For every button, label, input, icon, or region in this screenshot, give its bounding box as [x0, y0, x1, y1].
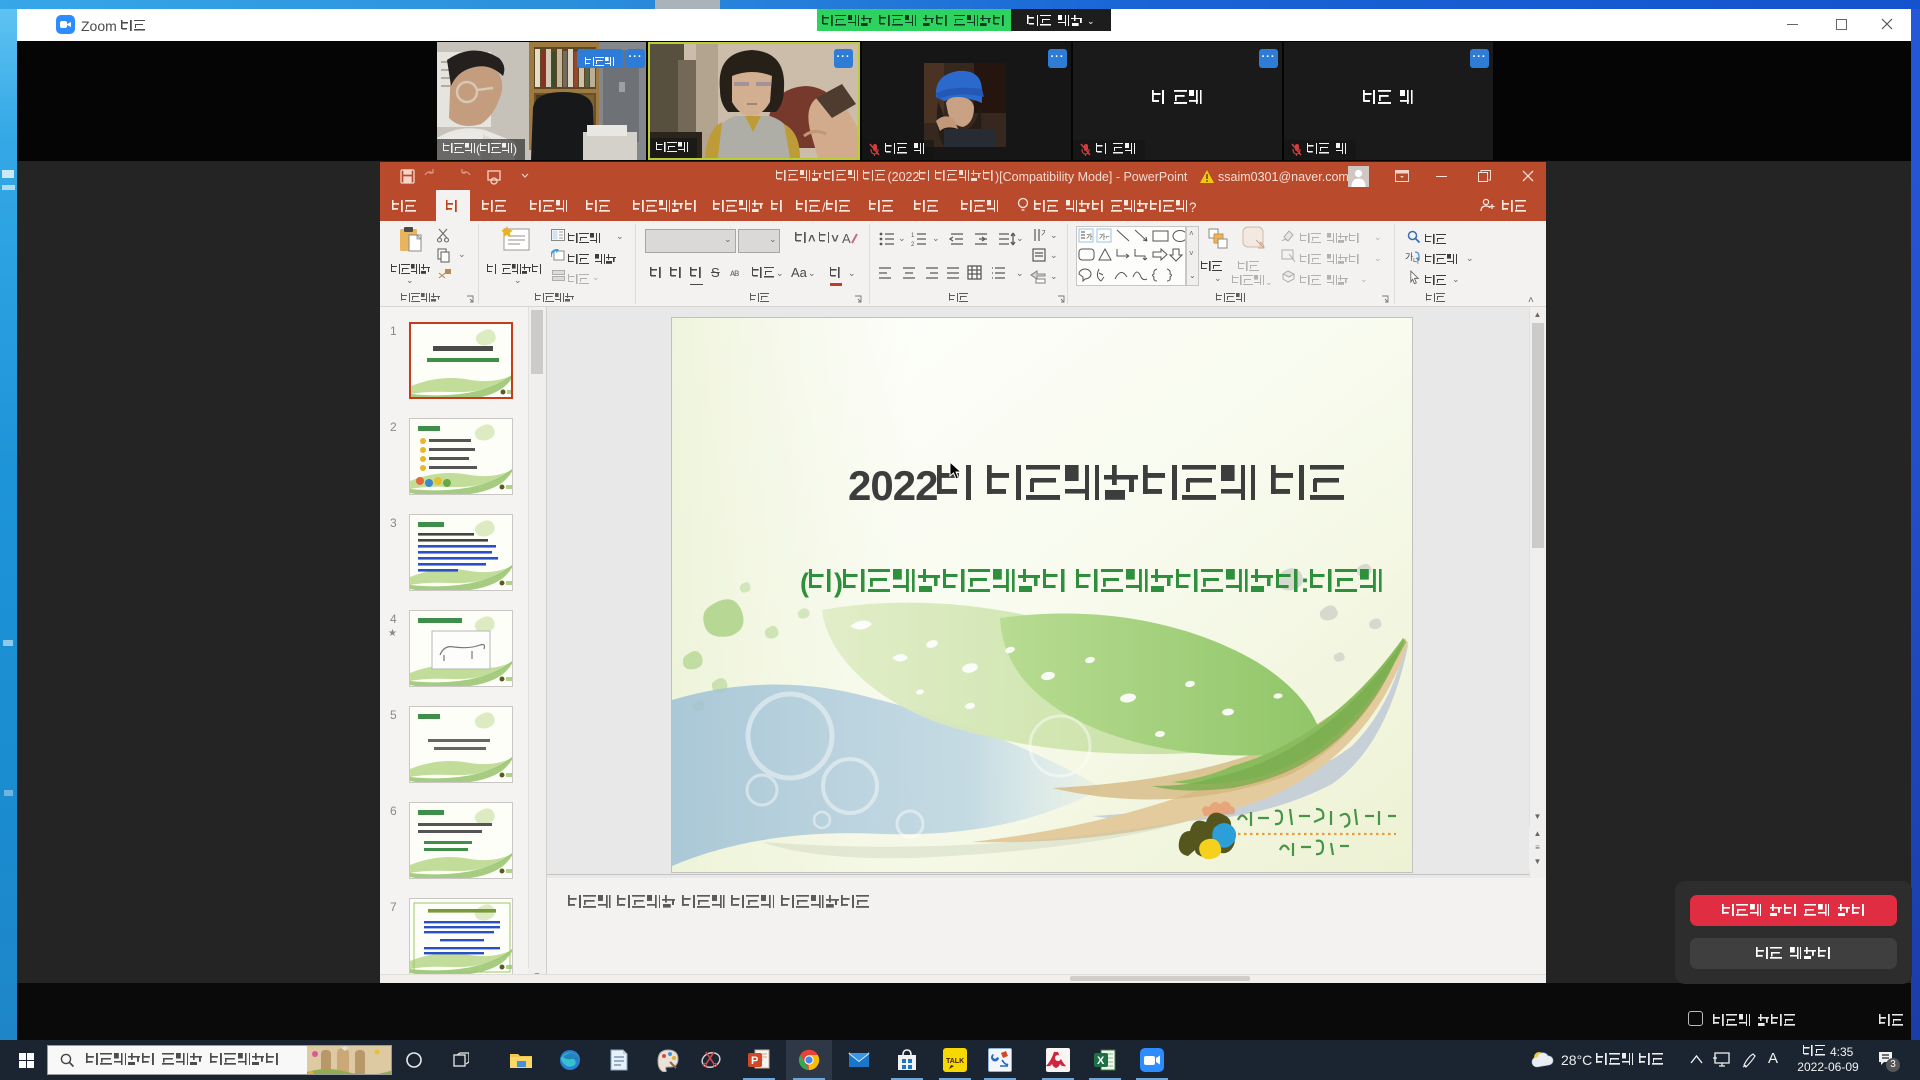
- svg-text:2: 2: [911, 242, 915, 247]
- svg-text:X: X: [1097, 1055, 1105, 1067]
- svg-text:나: 나: [1413, 256, 1420, 264]
- svg-text:가⌐: 가⌐: [1099, 232, 1110, 241]
- svg-text:TALK: TALK: [946, 1058, 964, 1065]
- svg-text:P: P: [751, 1055, 758, 1067]
- svg-text:1: 1: [911, 233, 915, 239]
- svg-text:A: A: [842, 231, 851, 246]
- svg-text:가: 가: [1041, 229, 1046, 238]
- svg-text:가: 가: [1086, 232, 1093, 241]
